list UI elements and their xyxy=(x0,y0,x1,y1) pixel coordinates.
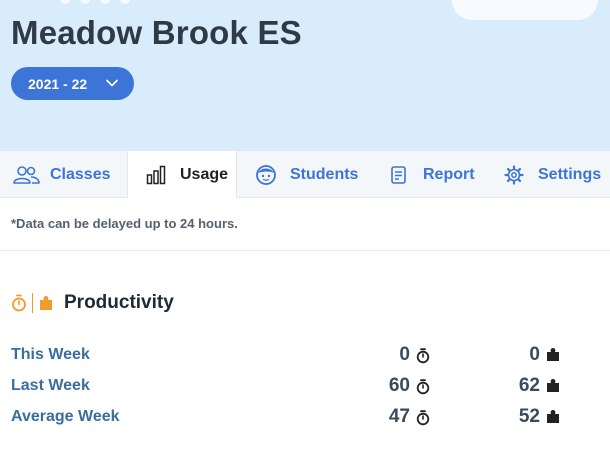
decorative-dots xyxy=(60,0,130,4)
row-label: Average Week xyxy=(11,408,120,425)
tab-label: Students xyxy=(290,165,359,183)
school-year-dropdown[interactable]: 2021 - 22 xyxy=(11,67,134,100)
stopwatch-icon xyxy=(416,410,430,426)
productivity-row-average-week: Average Week 47 52 xyxy=(11,406,591,430)
chevron-down-icon xyxy=(106,79,118,87)
tab-usage[interactable]: Usage xyxy=(127,151,237,198)
productivity-icons xyxy=(11,293,54,313)
puzzle-piece-icon xyxy=(547,410,559,423)
row-label: This Week xyxy=(11,346,90,363)
tab-label: Report xyxy=(423,165,475,183)
page-title: Meadow Brook ES xyxy=(11,14,302,51)
productivity-row-this-week: This Week 0 0 xyxy=(11,344,591,368)
puzzle-value: 52 xyxy=(518,406,540,427)
bar-chart-icon xyxy=(142,164,170,186)
divider xyxy=(0,250,610,251)
tab-settings[interactable]: Settings xyxy=(500,151,601,198)
time-value: 0 xyxy=(399,344,410,365)
school-year-label: 2021 - 22 xyxy=(28,75,88,92)
tab-label: Usage xyxy=(180,165,229,183)
tab-label: Classes xyxy=(50,165,111,183)
puzzle-piece-icon xyxy=(547,379,559,392)
stopwatch-icon xyxy=(416,379,430,395)
productivity-row-last-week: Last Week 60 62 xyxy=(11,375,591,399)
student-face-icon xyxy=(252,164,280,186)
people-icon xyxy=(12,164,40,186)
divider-line xyxy=(32,293,33,313)
tab-classes[interactable]: Classes xyxy=(12,151,111,198)
productivity-header: Productivity xyxy=(11,292,174,314)
gear-icon xyxy=(500,164,528,186)
row-label: Last Week xyxy=(11,377,90,394)
puzzle-value: 0 xyxy=(529,344,540,365)
stopwatch-icon xyxy=(12,294,26,312)
tab-students[interactable]: Students xyxy=(252,151,358,198)
report-icon xyxy=(385,164,413,186)
data-delay-note: *Data can be delayed up to 24 hours. xyxy=(11,216,238,231)
puzzle-value: 62 xyxy=(518,375,540,396)
stopwatch-icon xyxy=(416,348,430,364)
tab-bar: Classes Usage Students Report Settings xyxy=(0,150,610,198)
time-value: 47 xyxy=(388,406,410,427)
puzzle-piece-icon xyxy=(547,348,559,361)
header-banner: Meadow Brook ES 2021 - 22 xyxy=(0,0,610,150)
puzzle-piece-icon xyxy=(40,296,52,310)
tab-report[interactable]: Report xyxy=(385,151,475,198)
time-value: 60 xyxy=(388,375,410,396)
section-title: Productivity xyxy=(64,292,174,313)
tab-label: Settings xyxy=(538,165,602,183)
